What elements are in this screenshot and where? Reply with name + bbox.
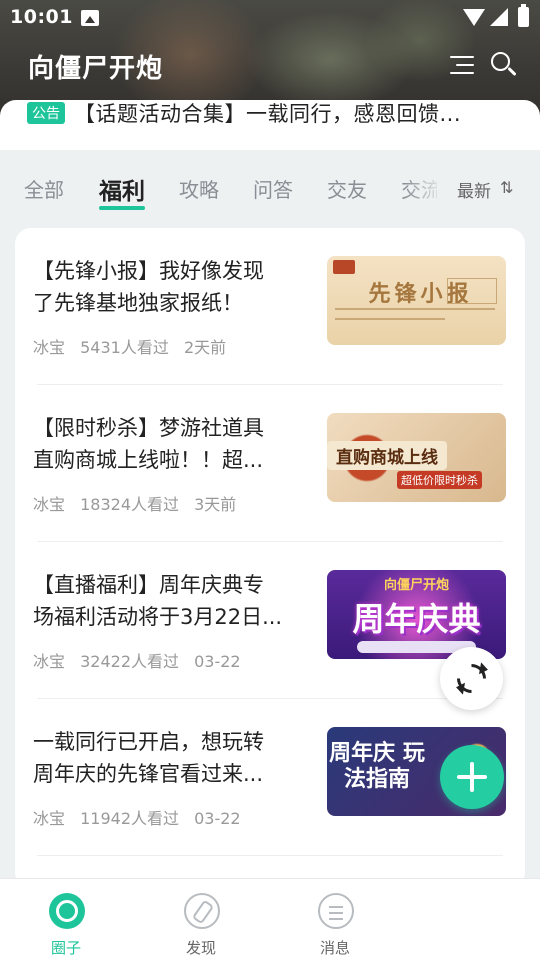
post-title-line: 场福利活动将于3月22日... xyxy=(33,605,283,629)
message-icon xyxy=(318,893,354,929)
post-title-line: 【直播福利】周年庆典专 xyxy=(33,573,264,597)
post-title-line: 一载同行已开启，想玩转 xyxy=(33,730,264,754)
page-title: 向僵尸开炮 xyxy=(28,54,164,84)
post-title: 一载同行已开启，想玩转 周年庆的先锋官看过来... xyxy=(33,726,303,790)
nav-label: 发现 xyxy=(185,939,216,957)
tab-friends[interactable]: 交友 xyxy=(327,174,367,203)
divider xyxy=(37,855,503,856)
post-time: 2天前 xyxy=(183,338,227,357)
tab-qa[interactable]: 问答 xyxy=(253,174,293,203)
list-item[interactable]: 【先锋小报】我好像发现 了先锋基地独家报纸！ 冰宝 5431人看过 2天前 先锋… xyxy=(15,228,525,385)
thumb-text: 直购商城上线 xyxy=(327,441,447,470)
post-title-line: 了先锋基地独家报纸！ xyxy=(33,291,243,315)
post-meta: 冰宝 32422人看过 03-22 xyxy=(33,648,251,672)
circle-icon xyxy=(49,893,85,929)
refresh-arrow xyxy=(455,681,465,695)
post-views: 5431人看过 xyxy=(80,338,169,357)
post-thumbnail: 向僵尸开炮 周年庆典 xyxy=(327,570,506,659)
list-item[interactable]: 【限时秒杀】梦游社道具 直购商城上线啦！！超... 冰宝 18324人看过 3天… xyxy=(15,385,525,542)
category-tabs: 全部 福利 攻略 问答 交友 交流 最新 ⇅ xyxy=(0,150,540,228)
thumb-subtext: 超低价限时秒杀 xyxy=(397,471,482,489)
post-title: 【先锋小报】我好像发现 了先锋基地独家报纸！ xyxy=(33,255,303,319)
battery-icon xyxy=(518,4,529,27)
sort-icon: ⇅ xyxy=(500,178,514,197)
plus-icon xyxy=(470,762,474,792)
post-views: 32422人看过 xyxy=(80,652,180,671)
wifi-icon xyxy=(463,9,485,26)
thumb-text: 向僵尸开炮 xyxy=(383,578,449,593)
announcement-bar[interactable]: 公告 【话题活动合集】一载同行，感恩回馈... xyxy=(0,100,540,150)
nav-label: 圈子 xyxy=(50,939,81,957)
post-time: 3天前 xyxy=(194,495,237,514)
post-title-line: 【限时秒杀】梦游社道具 xyxy=(33,416,264,440)
search-icon[interactable] xyxy=(490,51,518,79)
tab-welfare[interactable]: 福利 xyxy=(99,172,145,210)
sort-button[interactable]: 最新 ⇅ xyxy=(446,174,540,204)
add-post-button[interactable] xyxy=(440,745,504,809)
post-thumbnail: 直购商城上线 超低价限时秒杀 xyxy=(327,413,506,502)
nav-item-circle[interactable]: 圈子 xyxy=(6,879,126,960)
post-views: 18324人看过 xyxy=(80,495,180,514)
thumb-headline: 周年庆典 xyxy=(352,600,481,638)
post-meta: 冰宝 18324人看过 3天前 xyxy=(33,491,246,515)
menu-icon[interactable] xyxy=(450,54,474,76)
post-meta: 冰宝 11942人看过 03-22 xyxy=(33,805,251,829)
thumb-text: 周年庆 玩法指南 xyxy=(329,741,425,792)
post-title-line: 【先锋小报】我好像发现 xyxy=(33,259,264,283)
nav-fade xyxy=(355,879,540,960)
thumb-decoration xyxy=(335,308,495,310)
announcement-badge: 公告 xyxy=(27,102,65,124)
bottom-navigation: 圈子 发现 消息 xyxy=(0,878,540,960)
announcement-text: 【话题活动合集】一载同行，感恩回馈... xyxy=(74,102,462,126)
signal-icon xyxy=(490,8,508,26)
post-title: 【直播福利】周年庆典专 场福利活动将于3月22日... xyxy=(33,569,303,633)
thumb-decoration xyxy=(447,278,497,304)
post-author: 冰宝 xyxy=(33,495,66,514)
post-time: 03-22 xyxy=(194,809,241,828)
post-time: 03-22 xyxy=(194,652,241,671)
gallery-icon xyxy=(81,10,99,26)
post-title: 【限时秒杀】梦游社道具 直购商城上线啦！！超... xyxy=(33,412,303,476)
thumb-logo xyxy=(333,260,355,274)
post-meta: 冰宝 5431人看过 2天前 xyxy=(33,334,236,358)
tab-all[interactable]: 全部 xyxy=(24,174,64,203)
post-author: 冰宝 xyxy=(33,338,66,357)
thumb-decoration xyxy=(335,318,445,320)
post-title-line: 直购商城上线啦！！超... xyxy=(33,448,264,472)
status-bar: 10:01 xyxy=(0,0,540,36)
compass-icon xyxy=(184,893,220,929)
post-author: 冰宝 xyxy=(33,652,66,671)
post-title-line: 周年庆的先锋官看过来... xyxy=(33,762,264,786)
tab-guide[interactable]: 攻略 xyxy=(179,174,219,203)
post-author: 冰宝 xyxy=(33,809,66,828)
tab-fade xyxy=(405,170,445,210)
status-time: 10:01 xyxy=(10,6,73,28)
nav-item-discover[interactable]: 发现 xyxy=(141,879,261,960)
post-thumbnail: 先锋小报 xyxy=(327,256,506,345)
refresh-arrow xyxy=(479,662,489,676)
sort-label: 最新 xyxy=(457,182,491,202)
post-views: 11942人看过 xyxy=(80,809,180,828)
refresh-button[interactable] xyxy=(440,647,503,710)
